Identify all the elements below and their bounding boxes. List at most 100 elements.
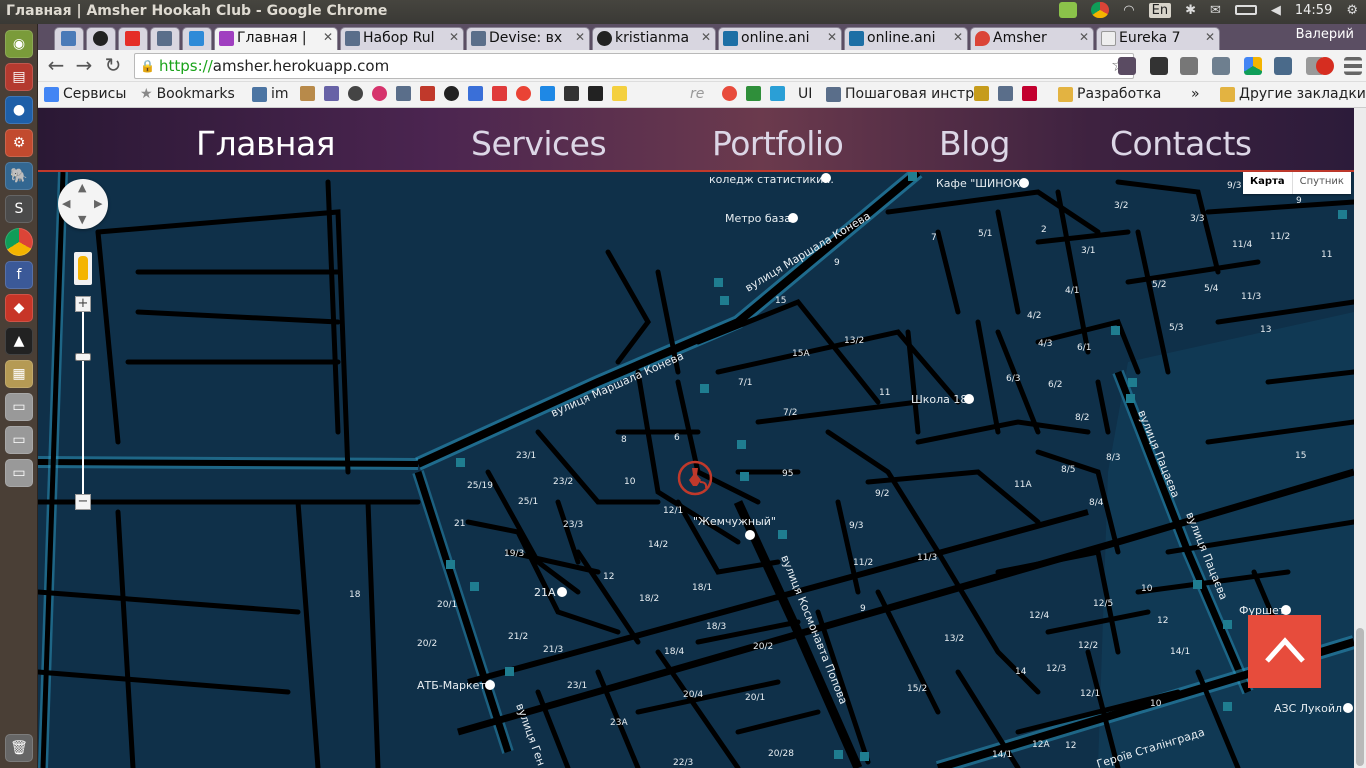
- scrollbar-thumb[interactable]: [1356, 628, 1364, 766]
- evernote-tray-icon[interactable]: [1059, 2, 1078, 18]
- keyboard-layout[interactable]: En: [1148, 2, 1172, 18]
- place-zhemchuzhny[interactable]: "Жемчужный": [693, 515, 776, 528]
- pan-up-icon[interactable]: ▲: [78, 181, 86, 194]
- google-map[interactable]: вулиця Маршала Конева вулиця Маршала Кон…: [38, 166, 1354, 768]
- inkscape-icon[interactable]: ▲: [5, 327, 33, 355]
- drive-2-icon[interactable]: ▭: [5, 426, 33, 454]
- tab-pinned-github[interactable]: [86, 27, 116, 50]
- map-type-map-button[interactable]: Карта: [1243, 172, 1293, 194]
- close-tab-icon[interactable]: ✕: [827, 30, 837, 44]
- sublime-text-icon[interactable]: S: [5, 195, 33, 223]
- bookmark-development[interactable]: Разработка: [1058, 86, 1161, 102]
- mail-icon[interactable]: ✉: [1210, 3, 1221, 18]
- close-tab-icon[interactable]: ✕: [1079, 30, 1089, 44]
- tab-7[interactable]: Eureka 7 ✕: [1096, 27, 1220, 50]
- reload-button[interactable]: ↻: [101, 54, 125, 78]
- place-college[interactable]: коледж статистики...: [709, 173, 834, 186]
- chrome-launcher-icon[interactable]: [5, 228, 33, 256]
- place-school[interactable]: Школа 18: [911, 393, 967, 406]
- system-settings-icon[interactable]: ⚙: [5, 129, 33, 157]
- close-tab-icon[interactable]: ✕: [575, 30, 585, 44]
- drive-3-icon[interactable]: ▭: [5, 459, 33, 487]
- tab-pinned-youtube[interactable]: [118, 27, 148, 50]
- zoom-out-button[interactable]: −: [75, 494, 91, 510]
- zoom-track[interactable]: [82, 310, 84, 496]
- adblock-icon[interactable]: [1316, 57, 1334, 75]
- bookmark-ui[interactable]: UI: [798, 86, 812, 102]
- close-tab-icon[interactable]: ✕: [1205, 30, 1215, 44]
- close-tab-icon[interactable]: ✕: [701, 30, 711, 44]
- close-tab-icon[interactable]: ✕: [449, 30, 459, 44]
- scroll-to-top-button[interactable]: [1248, 615, 1321, 688]
- pan-control[interactable]: ▲ ◀ ▶ ▼: [58, 179, 108, 229]
- address-bar[interactable]: 🔒 https://amsher.herokuapp.com ☆: [134, 53, 1134, 79]
- redis-icon[interactable]: ◆: [5, 294, 33, 322]
- tab-2[interactable]: Devise: вх ✕: [466, 27, 590, 50]
- place-azs[interactable]: АЗС Лукойл: [1274, 702, 1342, 715]
- profile-name[interactable]: Валерий: [1296, 27, 1354, 42]
- tab-pinned-1[interactable]: [54, 27, 84, 50]
- bookmark-bookmarks[interactable]: ★ Bookmarks: [140, 86, 235, 102]
- tab-3[interactable]: kristianma ✕: [592, 27, 716, 50]
- map-canvas[interactable]: вулиця Маршала Конева вулиця Маршала Кон…: [38, 166, 1354, 768]
- mail-extension-icon[interactable]: [1180, 57, 1198, 75]
- tab-6[interactable]: Amsher ✕: [970, 27, 1094, 50]
- tab-pinned-ds[interactable]: [182, 27, 212, 50]
- files-icon[interactable]: ▤: [5, 63, 33, 91]
- trash-icon[interactable]: 🗑: [5, 734, 33, 762]
- bookmark-other[interactable]: Другие закладки: [1220, 86, 1366, 102]
- bookmark-re[interactable]: re: [690, 86, 704, 102]
- drive-1-icon[interactable]: ▭: [5, 393, 33, 421]
- nav-contacts[interactable]: Contacts: [1110, 124, 1252, 163]
- place-metro-baza[interactable]: Метро база: [725, 212, 791, 225]
- place-cafe[interactable]: Кафе "ШИНОК": [936, 177, 1025, 190]
- battery-icon[interactable]: [1234, 5, 1257, 15]
- tab-4[interactable]: online.ani ✕: [718, 27, 842, 50]
- street-view-pegman-icon[interactable]: [74, 252, 92, 285]
- chrome-tray-icon[interactable]: [1091, 2, 1110, 18]
- bookmark-guide[interactable]: Пошаговая инстр: [826, 86, 974, 102]
- page-scrollbar[interactable]: [1354, 108, 1366, 768]
- back-button[interactable]: ←: [44, 54, 68, 78]
- volume-icon[interactable]: ◀: [1271, 3, 1281, 18]
- camera-extension-icon[interactable]: [1212, 57, 1230, 75]
- forward-button[interactable]: →: [72, 54, 96, 78]
- clock[interactable]: 14:59: [1295, 3, 1332, 18]
- facebook-icon[interactable]: f: [5, 261, 33, 289]
- nav-services[interactable]: Services: [471, 124, 607, 163]
- tab-5[interactable]: online.ani ✕: [844, 27, 968, 50]
- archive-manager-icon[interactable]: ▦: [5, 360, 33, 388]
- postgres-icon[interactable]: 🐘: [5, 162, 33, 190]
- tab-pinned-habr[interactable]: [150, 27, 180, 50]
- bookmarks-overflow[interactable]: »: [1191, 86, 1200, 102]
- dash-home-icon[interactable]: ◉: [5, 30, 33, 58]
- url-text[interactable]: https://amsher.herokuapp.com: [159, 57, 389, 75]
- extension-1-icon[interactable]: [1118, 57, 1136, 75]
- firefox-icon[interactable]: ●: [5, 96, 33, 124]
- bookmark-icons-row[interactable]: [300, 86, 627, 101]
- map-type-satellite-button[interactable]: Спутник: [1292, 172, 1351, 194]
- close-tab-icon[interactable]: ✕: [323, 30, 333, 44]
- nav-blog[interactable]: Blog: [939, 124, 1010, 163]
- nav-portfolio[interactable]: Portfolio: [712, 124, 844, 163]
- wifi-icon[interactable]: ◠: [1123, 3, 1134, 18]
- bookmark-services[interactable]: Сервисы: [44, 86, 126, 102]
- pan-down-icon[interactable]: ▼: [78, 213, 86, 226]
- bookmark-im[interactable]: im: [252, 86, 289, 102]
- bookmark-icons-row-2[interactable]: [722, 86, 785, 101]
- drive-extension-icon[interactable]: [1244, 57, 1262, 75]
- tab-1[interactable]: Набор Rul ✕: [340, 27, 464, 50]
- close-tab-icon[interactable]: ✕: [953, 30, 963, 44]
- translate-extension-icon[interactable]: [1274, 57, 1292, 75]
- place-atb[interactable]: АТБ-Маркет: [417, 679, 486, 692]
- zoom-slider-handle[interactable]: [75, 353, 91, 361]
- settings-icon[interactable]: ⚙: [1346, 3, 1358, 18]
- menu-icon[interactable]: [1344, 57, 1362, 75]
- nav-home[interactable]: Главная: [196, 124, 336, 163]
- pan-right-icon[interactable]: ▶: [94, 197, 102, 210]
- pan-left-icon[interactable]: ◀: [62, 197, 70, 210]
- bookmark-icons-row-3[interactable]: [974, 86, 1037, 101]
- bluetooth-icon[interactable]: ✱: [1185, 3, 1196, 18]
- extension-2-icon[interactable]: [1150, 57, 1168, 75]
- zoom-in-button[interactable]: +: [75, 296, 91, 312]
